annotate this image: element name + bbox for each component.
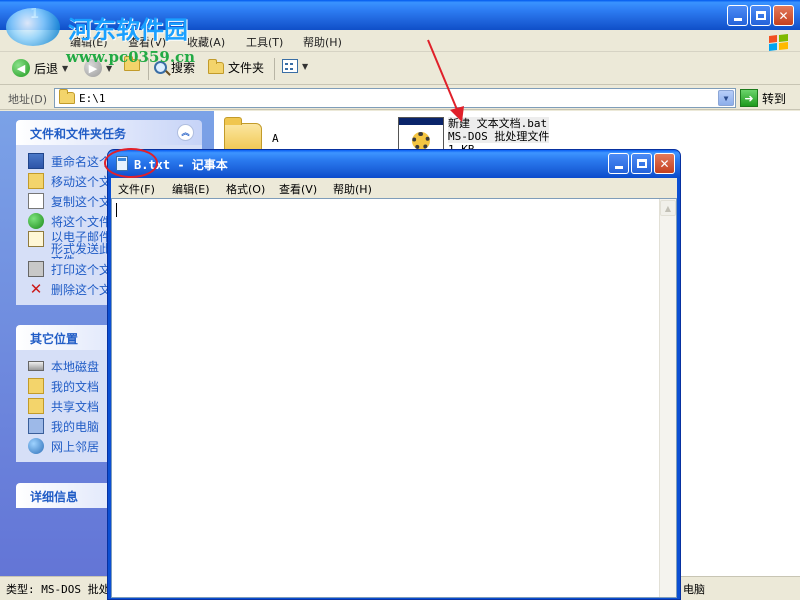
back-label: 后退 (34, 61, 59, 76)
batch-window-bar (399, 118, 443, 125)
collapse-chevron-icon[interactable]: ︽ (177, 124, 194, 141)
notepad-caption-buttons: ✕ (608, 153, 675, 174)
toolbar-separator (274, 58, 275, 80)
menu-help[interactable]: 帮助(H) (303, 34, 342, 50)
views-dropdown-icon: ▼ (302, 61, 309, 71)
vertical-scrollbar[interactable]: ▲ (659, 199, 676, 597)
watermark-logo (6, 8, 60, 46)
place-label: 我的文档 (51, 379, 100, 394)
address-dropdown-icon[interactable]: ▼ (718, 90, 734, 106)
my-documents-icon (28, 378, 44, 394)
batch-file-type: MS-DOS 批处理文件 (448, 130, 550, 143)
publish-web-icon (28, 213, 44, 229)
minimize-button[interactable] (727, 5, 748, 26)
np-menu-edit[interactable]: 编辑(E) (172, 181, 210, 197)
windows-logo-icon (769, 34, 788, 51)
notepad-maximize-button[interactable] (631, 153, 652, 174)
watermark-site-url: www.pc0359.cn (66, 48, 196, 66)
scroll-up-icon[interactable]: ▲ (660, 200, 676, 216)
notepad-minimize-button[interactable] (608, 153, 629, 174)
delete-icon: ✕ (29, 280, 43, 298)
notepad-menubar: 文件(F) 编辑(E) 格式(O) 查看(V) 帮助(H) (111, 178, 677, 198)
go-button[interactable]: ➜ 转到 (740, 89, 786, 107)
place-label: 共享文档 (51, 399, 100, 414)
text-caret (116, 203, 117, 217)
address-folder-icon (59, 89, 75, 104)
maximize-icon (636, 159, 647, 168)
maximize-button[interactable] (750, 5, 771, 26)
np-menu-help[interactable]: 帮助(H) (333, 181, 372, 197)
local-disk-icon (28, 361, 44, 371)
copy-icon (28, 193, 44, 209)
annotation-circle (104, 148, 158, 178)
folder-a-label[interactable]: A (272, 132, 279, 145)
network-places-icon (28, 438, 44, 454)
close-icon: ✕ (778, 8, 789, 23)
email-icon (28, 231, 44, 247)
folders-button[interactable]: 文件夹 (208, 58, 265, 76)
place-label: 我的电脑 (51, 419, 100, 434)
batch-file-name: 新建 文本文档.bat (448, 117, 550, 130)
minimize-icon (733, 18, 742, 21)
place-label: 网上邻居 (51, 439, 100, 454)
file-tasks-title: 文件和文件夹任务 (30, 127, 127, 141)
back-button[interactable]: ◀ 后退 ▼ (12, 59, 68, 77)
address-input[interactable]: E:\1 ▼ (54, 88, 736, 108)
file-tasks-header[interactable]: 文件和文件夹任务 ︽ (16, 120, 202, 145)
views-icon (282, 59, 298, 73)
my-computer-icon (28, 418, 44, 434)
task-label: 以电子邮件形式发送此文件 (51, 231, 112, 259)
move-icon (28, 173, 44, 189)
notepad-text-area[interactable]: ▲ (111, 198, 677, 598)
folders-label: 文件夹 (228, 61, 265, 75)
explorer-caption-buttons: ✕ (727, 5, 794, 26)
gear-icon (412, 132, 430, 150)
go-arrow-icon: ➜ (740, 89, 758, 107)
notepad-titlebar[interactable]: B.txt - 记事本 ✕ (104, 148, 680, 178)
np-menu-format[interactable]: 格式(O) (226, 181, 265, 197)
shared-documents-icon (28, 398, 44, 414)
maximize-icon (755, 11, 766, 20)
status-location: 电脑 (683, 583, 705, 596)
np-menu-file[interactable]: 文件(F) (118, 181, 155, 197)
address-bar: 地址(D) E:\1 ▼ ➜ 转到 (0, 86, 800, 110)
place-label: 本地磁盘 (51, 359, 100, 374)
address-value: E:\1 (79, 91, 106, 105)
minimize-icon (614, 166, 623, 169)
print-icon (28, 261, 44, 277)
status-type: 类型: MS-DOS 批处 (6, 583, 110, 596)
notepad-window: B.txt - 记事本 ✕ 文件(F) 编辑(E) 格式(O) 查看(V) 帮助… (104, 148, 681, 600)
np-menu-view[interactable]: 查看(V) (279, 181, 317, 197)
address-label: 地址(D) (8, 93, 48, 106)
back-arrow-icon: ◀ (12, 59, 30, 77)
go-label: 转到 (762, 91, 787, 106)
folders-icon (208, 58, 224, 74)
views-button[interactable]: ▼ (282, 59, 308, 73)
close-button[interactable]: ✕ (773, 5, 794, 26)
rename-icon (28, 153, 44, 169)
details-title: 详细信息 (30, 490, 79, 504)
notepad-close-button[interactable]: ✕ (654, 153, 675, 174)
watermark-site-name: 河东软件园 (68, 15, 188, 44)
menu-tools[interactable]: 工具(T) (246, 34, 283, 50)
close-icon: ✕ (659, 156, 670, 171)
other-places-title: 其它位置 (30, 332, 79, 346)
